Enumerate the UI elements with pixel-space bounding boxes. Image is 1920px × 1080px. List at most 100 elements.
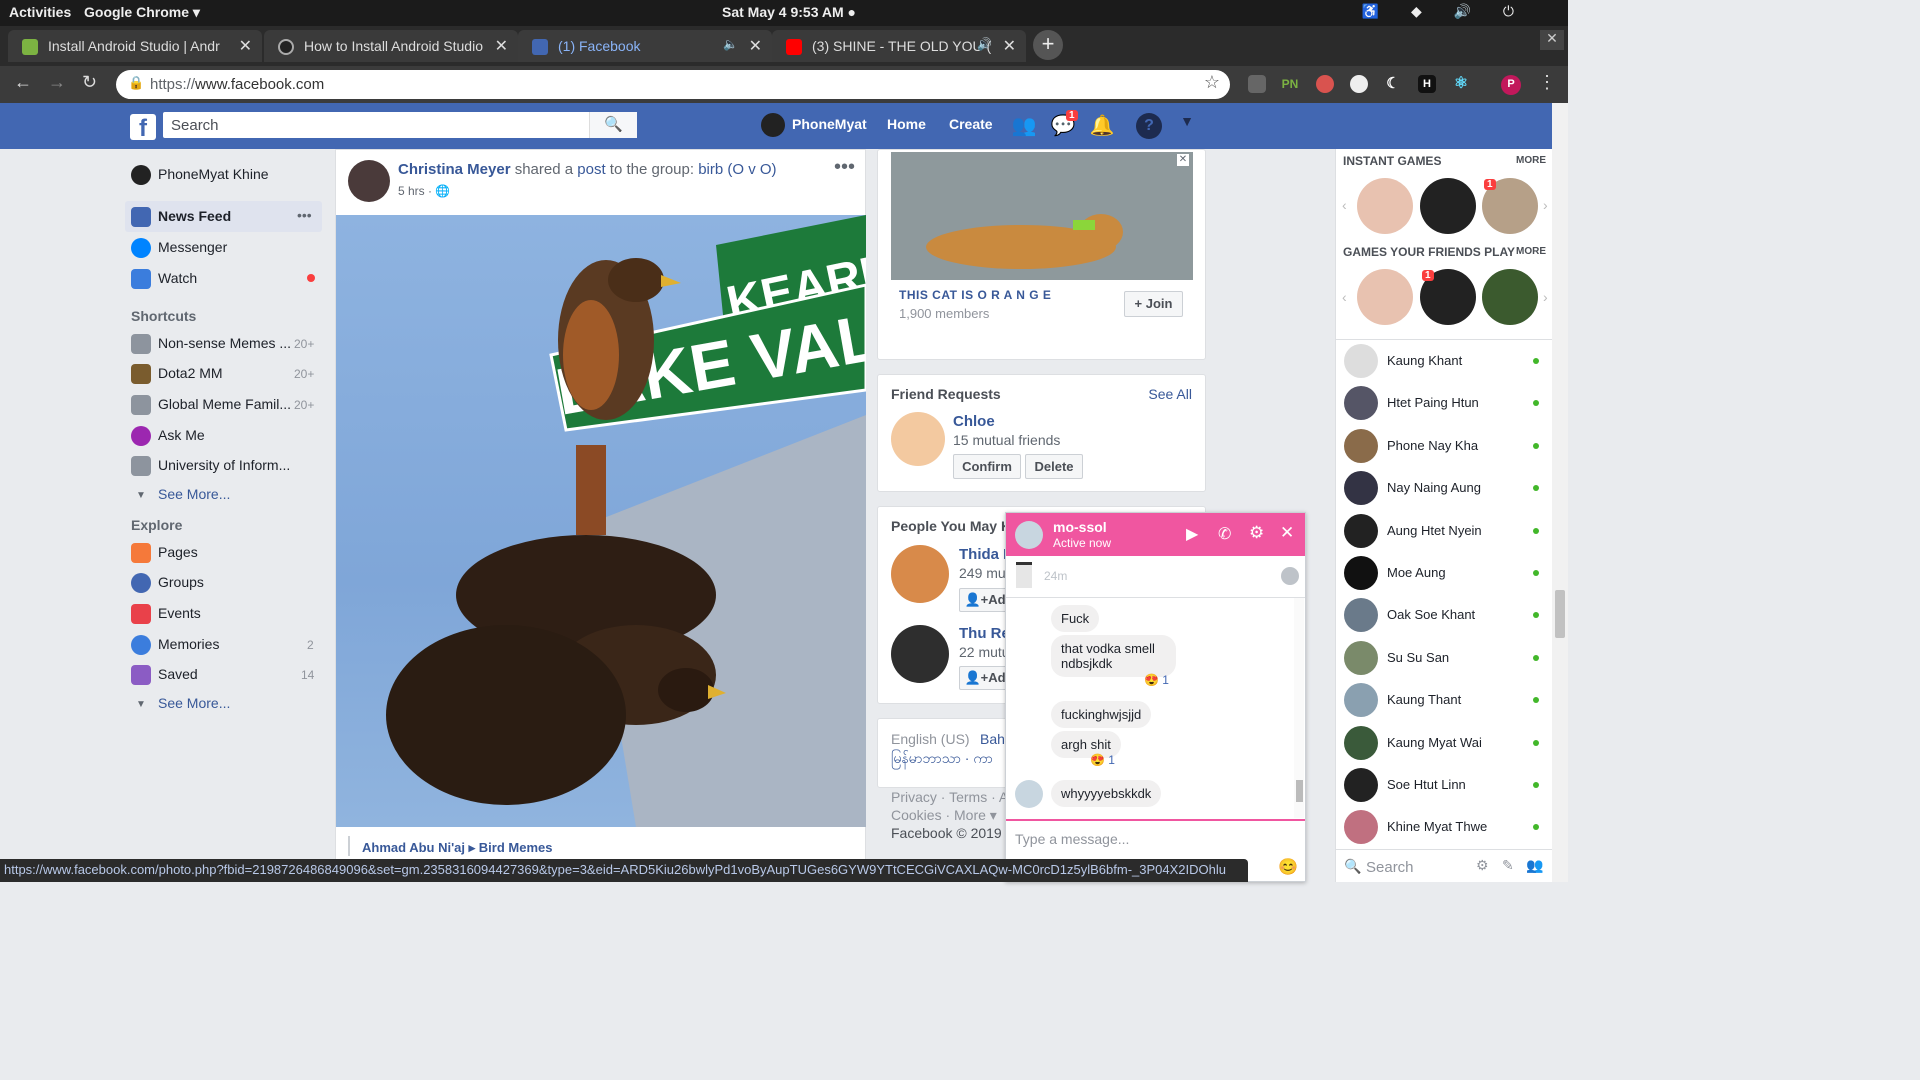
- group-link[interactable]: birb (O v O): [698, 161, 776, 178]
- avatar[interactable]: [348, 160, 390, 202]
- profile-link[interactable]: PhoneMyat: [792, 116, 867, 132]
- confirm-button[interactable]: Confirm: [953, 454, 1021, 479]
- author-link[interactable]: Christina Meyer: [398, 161, 511, 178]
- reaction-badge[interactable]: 😍 1: [1090, 753, 1115, 767]
- chevron-right-icon[interactable]: ›: [1543, 197, 1548, 213]
- post-options-button[interactable]: •••: [834, 156, 855, 179]
- search-icon[interactable]: 🔍: [589, 112, 637, 138]
- group-cover-image[interactable]: ✕: [891, 152, 1193, 280]
- game-thumbnail[interactable]: [1357, 178, 1413, 234]
- message-bubble[interactable]: that vodka smell ndbsjkdk: [1051, 635, 1176, 677]
- contact-item[interactable]: Aung Htet Nyein: [1344, 512, 1549, 552]
- gear-icon[interactable]: ⚙: [1476, 857, 1489, 874]
- reload-icon[interactable]: ↻: [82, 72, 97, 93]
- menu-icon[interactable]: ⋮: [1538, 72, 1556, 93]
- profile-avatar[interactable]: P: [1501, 75, 1521, 95]
- tab-youtube[interactable]: (3) SHINE - THE OLD YOU (🔊 ✕: [772, 30, 1026, 62]
- pn-extension-icon[interactable]: PN: [1281, 75, 1299, 93]
- attachment-thumbnail[interactable]: [1016, 562, 1032, 588]
- contact-item[interactable]: Moe Aung: [1344, 554, 1549, 594]
- app-menu[interactable]: Google Chrome ▾: [84, 4, 200, 21]
- contact-item[interactable]: Nay Naing Aung: [1344, 469, 1549, 509]
- game-thumbnail[interactable]: [1357, 269, 1413, 325]
- suggestion-name[interactable]: Thu Re: [959, 625, 1010, 642]
- contact-item[interactable]: Oak Soe Khant: [1344, 596, 1549, 636]
- notifications-icon[interactable]: 🔔: [1089, 113, 1115, 139]
- muted-speaker-icon[interactable]: 🔈: [723, 37, 738, 51]
- emoji-icon[interactable]: 😊: [1278, 857, 1298, 877]
- chevron-down-icon[interactable]: ▼: [1174, 113, 1200, 139]
- bookmark-star-icon[interactable]: ☆: [1204, 72, 1220, 93]
- avatar[interactable]: [891, 545, 949, 603]
- game-thumbnail[interactable]: [1482, 269, 1538, 325]
- extension-icon[interactable]: [1350, 75, 1368, 93]
- new-tab-button[interactable]: +: [1033, 30, 1063, 60]
- tab-android-studio[interactable]: Install Android Studio | Andr ✕: [8, 30, 262, 62]
- more-games-link[interactable]: MORE: [1516, 155, 1546, 166]
- gear-icon[interactable]: ⚙: [1249, 523, 1264, 543]
- create-link[interactable]: Create: [949, 116, 993, 132]
- new-group-icon[interactable]: 👥: [1526, 857, 1543, 874]
- contact-item[interactable]: Kaung Khant: [1344, 342, 1549, 382]
- help-icon[interactable]: ?: [1136, 113, 1162, 139]
- page-scrollbar[interactable]: [1552, 103, 1568, 882]
- join-group-button[interactable]: + Join: [1124, 291, 1183, 317]
- chat-header[interactable]: mo-ssol Active now ▶ ✆ ⚙ ✕: [1006, 513, 1305, 556]
- post-photo[interactable]: KEARN LAKE VAL: [336, 215, 900, 827]
- contact-search-input[interactable]: Search: [1366, 859, 1414, 876]
- contact-item[interactable]: Kaung Myat Wai: [1344, 724, 1549, 764]
- extension-icon[interactable]: H: [1418, 75, 1436, 93]
- message-bubble[interactable]: Fuck: [1051, 605, 1100, 632]
- post-link[interactable]: post: [577, 161, 605, 178]
- language-link[interactable]: Bah: [980, 731, 1005, 747]
- message-bubble[interactable]: whyyyyebskkdk: [1051, 780, 1162, 807]
- react-devtools-icon[interactable]: ⚛: [1452, 75, 1470, 93]
- messenger-icon[interactable]: [1281, 567, 1299, 585]
- contact-item[interactable]: Soe Htut Linn: [1344, 766, 1549, 806]
- compose-icon[interactable]: ✎: [1502, 857, 1514, 874]
- author-link[interactable]: Ahmad Abu Ni'aj: [362, 840, 465, 855]
- window-close-button[interactable]: ✕: [1540, 30, 1564, 50]
- home-link[interactable]: Home: [887, 116, 926, 132]
- lock-icon[interactable]: 🔒: [128, 75, 144, 91]
- group-link[interactable]: Bird Memes: [479, 840, 553, 855]
- reaction-badge[interactable]: 😍 1: [1144, 673, 1169, 687]
- chat-scrollbar-thumb[interactable]: [1296, 780, 1303, 802]
- extension-icon[interactable]: [1248, 75, 1266, 93]
- phone-icon[interactable]: ✆: [1218, 524, 1231, 544]
- more-options-icon[interactable]: •••: [297, 207, 312, 223]
- close-icon[interactable]: ✕: [1177, 154, 1189, 166]
- requester-name[interactable]: Chloe: [953, 413, 995, 430]
- message-list[interactable]: Fuck that vodka smell ndbsjkdk 😍 1 fucki…: [1006, 598, 1305, 818]
- chevron-left-icon[interactable]: ‹: [1342, 289, 1347, 305]
- scrollbar-thumb[interactable]: [1555, 590, 1565, 638]
- language-link[interactable]: မြန်မာဘာသာ · ကာ: [891, 749, 993, 770]
- message-bubble[interactable]: fuckinghwjsjjd: [1051, 701, 1152, 728]
- close-icon[interactable]: ✕: [239, 36, 252, 56]
- avatar[interactable]: [891, 412, 945, 466]
- forward-icon[interactable]: →: [48, 72, 66, 93]
- extension-icon[interactable]: [1316, 75, 1334, 93]
- friend-requests-icon[interactable]: 👥: [1011, 113, 1037, 139]
- delete-button[interactable]: Delete: [1025, 454, 1083, 479]
- message-input[interactable]: Type a message...: [1015, 831, 1129, 847]
- avatar[interactable]: [1015, 521, 1043, 549]
- close-icon[interactable]: ✕: [495, 36, 508, 56]
- facebook-search[interactable]: Search 🔍: [163, 112, 637, 138]
- video-call-icon[interactable]: ▶: [1186, 524, 1198, 544]
- footer-links[interactable]: Cookies · More ▾: [891, 807, 997, 824]
- footer-links[interactable]: Privacy · Terms · A: [891, 789, 1008, 805]
- avatar[interactable]: [891, 625, 949, 683]
- tab-facebook[interactable]: (1) Facebook 🔈 ✕: [518, 30, 772, 62]
- game-thumbnail[interactable]: [1420, 178, 1476, 234]
- group-name[interactable]: THIS CAT IS O R A N G E: [899, 288, 1051, 302]
- address-bar[interactable]: 🔒 https://www.facebook.com ☆: [116, 70, 1230, 99]
- tab-how-to-install[interactable]: How to Install Android Studio ✕: [264, 30, 518, 62]
- dark-mode-icon[interactable]: ☾: [1384, 75, 1402, 93]
- close-icon[interactable]: ✕: [1280, 523, 1294, 543]
- more-games-link[interactable]: MORE: [1516, 246, 1546, 257]
- contact-item[interactable]: Phone Nay Kha: [1344, 427, 1549, 467]
- activities-button[interactable]: Activities: [9, 4, 71, 20]
- contact-item[interactable]: Khine Myat Thwe: [1344, 808, 1549, 848]
- close-icon[interactable]: ✕: [749, 36, 762, 56]
